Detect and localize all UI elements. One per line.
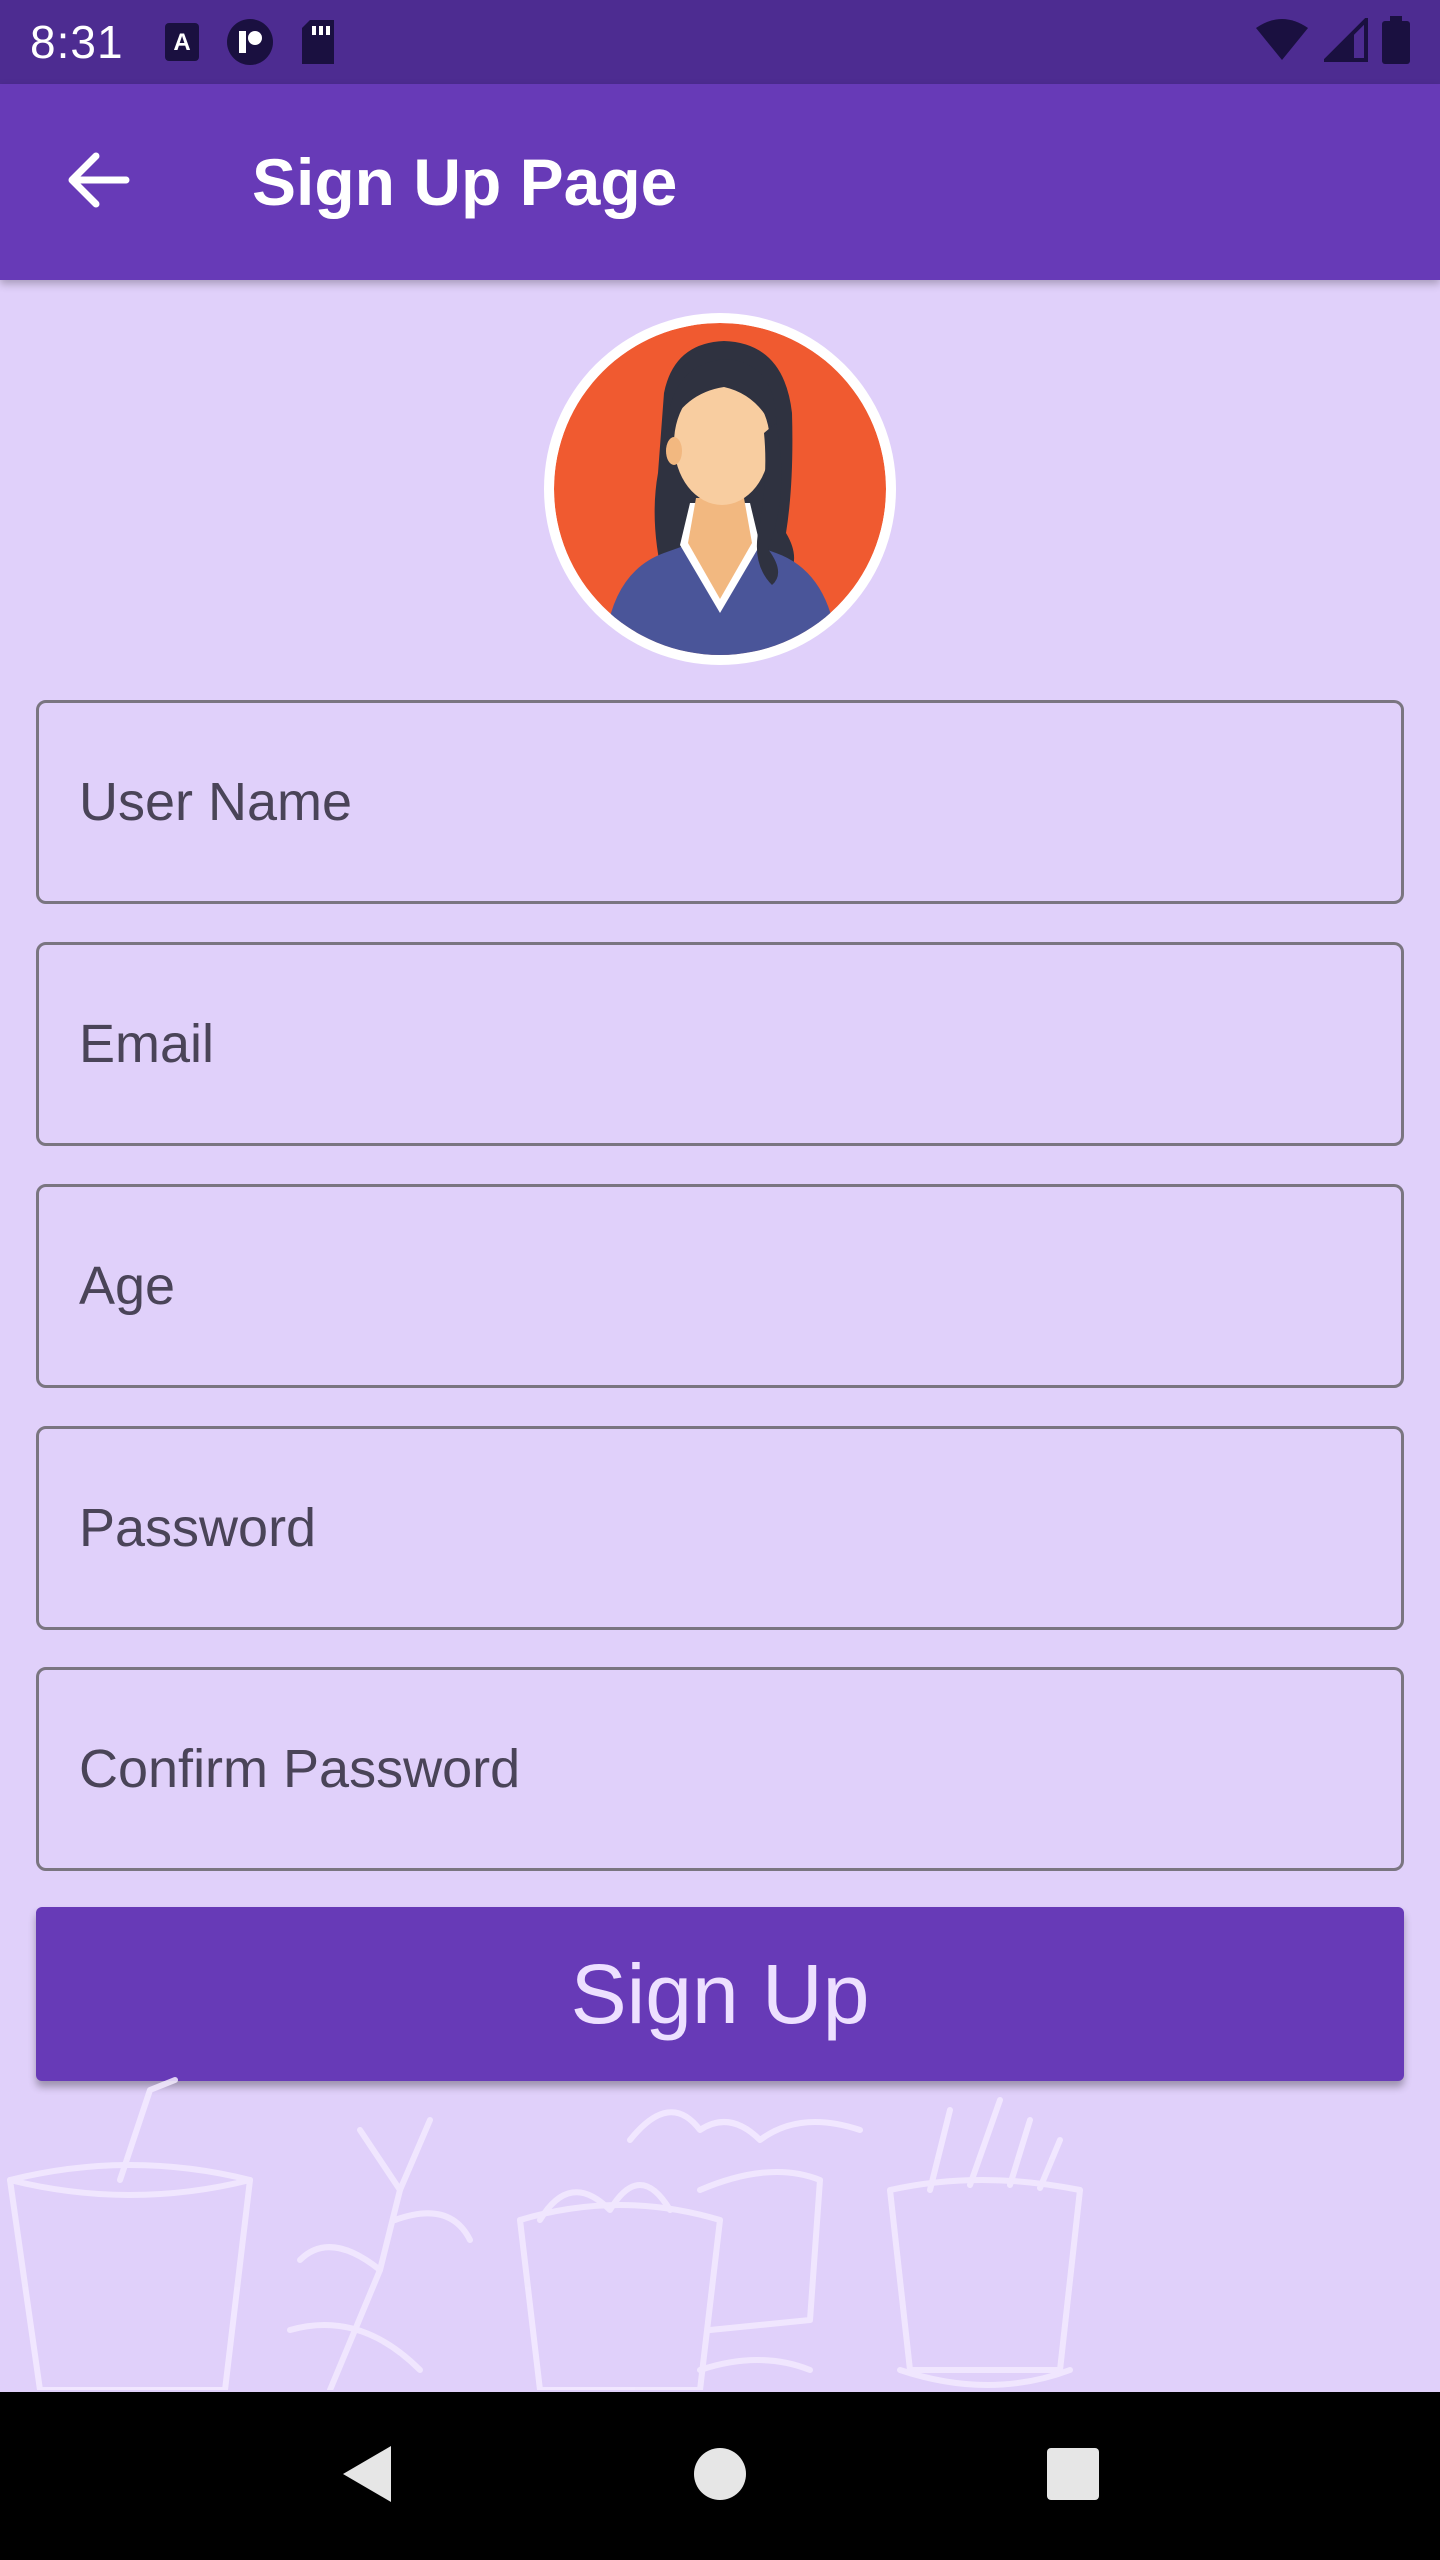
- password-field[interactable]: [36, 1426, 1404, 1630]
- sign-up-button[interactable]: Sign Up: [36, 1907, 1404, 2081]
- sd-card-icon: [300, 20, 336, 64]
- sign-up-screen: 8:31 A Sign Up Page User Name Email Age …: [0, 0, 1440, 2560]
- app-circle-icon: [226, 18, 274, 66]
- back-button[interactable]: [0, 84, 196, 280]
- app-bar: Sign Up Page: [0, 84, 1440, 280]
- age-field[interactable]: [36, 1184, 1404, 1388]
- back-triangle-icon: [337, 2442, 397, 2511]
- status-time: 8:31: [30, 16, 124, 68]
- username-input[interactable]: [79, 771, 1401, 833]
- recents-square-icon: [1045, 2446, 1101, 2507]
- signal-icon: [1321, 14, 1368, 67]
- email-field[interactable]: [36, 942, 1404, 1146]
- arrow-back-icon: [66, 152, 130, 213]
- avatar[interactable]: [544, 313, 896, 665]
- email-input[interactable]: [79, 1013, 1401, 1075]
- username-field[interactable]: [36, 700, 1404, 904]
- status-bar: 8:31 A: [0, 0, 1440, 84]
- battery-icon: [1382, 15, 1410, 69]
- nav-recents-button[interactable]: [1013, 2416, 1133, 2536]
- confirm-password-input[interactable]: [79, 1738, 1401, 1800]
- nav-home-button[interactable]: [660, 2416, 780, 2536]
- password-input[interactable]: [79, 1497, 1401, 1559]
- keyboard-a-icon: A: [164, 22, 200, 62]
- nav-back-button[interactable]: [307, 2416, 427, 2536]
- female-avatar-icon: [554, 323, 886, 655]
- navigation-bar: [0, 2392, 1440, 2560]
- age-input[interactable]: [79, 1255, 1401, 1317]
- svg-text:A: A: [173, 29, 190, 56]
- status-right-icons: [1254, 14, 1410, 69]
- home-circle-icon: [692, 2446, 748, 2507]
- page-title: Sign Up Page: [252, 145, 678, 219]
- plants-background-illustration: [7, 2077, 1083, 2390]
- confirm-password-field[interactable]: [36, 1667, 1404, 1871]
- wifi-icon: [1254, 18, 1310, 67]
